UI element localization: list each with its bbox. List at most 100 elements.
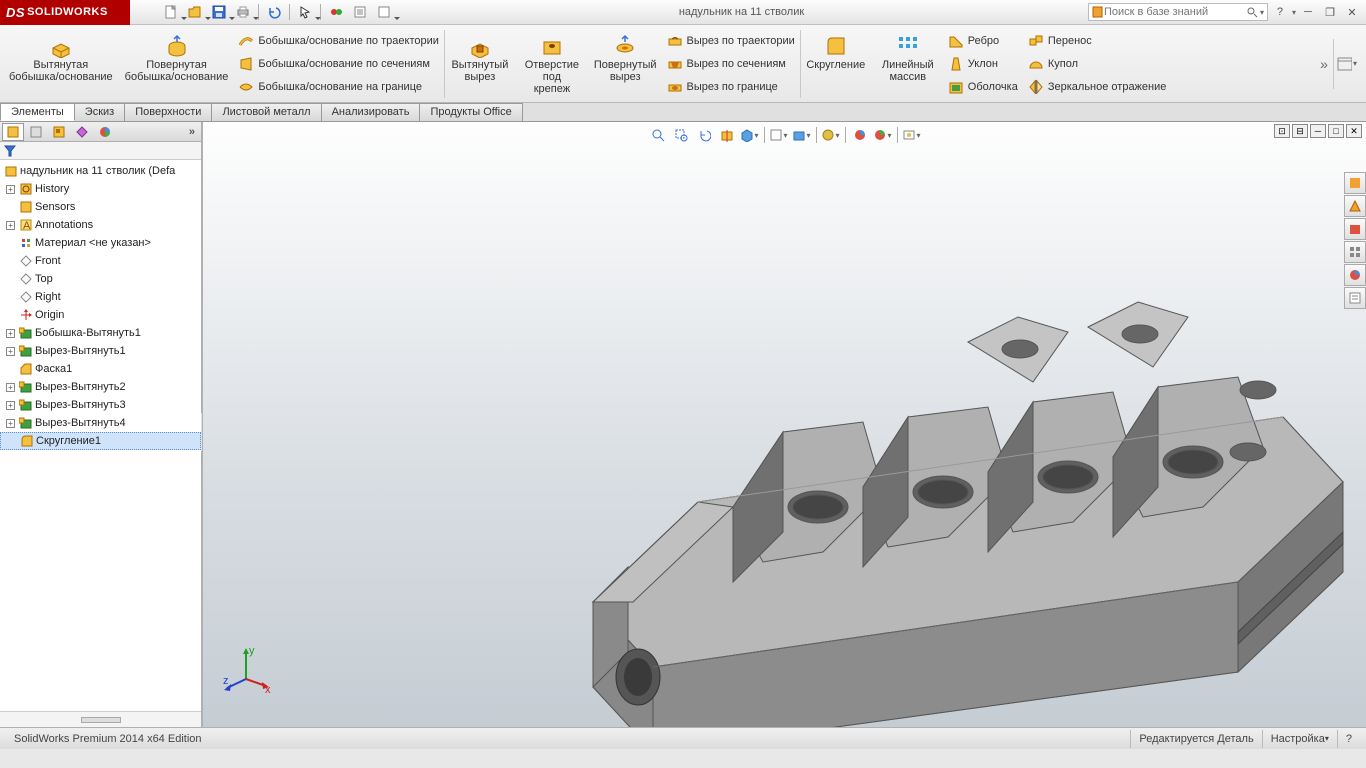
tree-expand-toggle[interactable]: +: [6, 419, 15, 428]
view-settings-button[interactable]: ▾: [872, 125, 894, 145]
revolved-cut-button[interactable]: Повернутый вырез: [589, 29, 662, 99]
tree-item[interactable]: Sensors: [0, 198, 201, 216]
fm-expand-button[interactable]: »: [185, 126, 199, 138]
search-input[interactable]: [1104, 6, 1246, 18]
lofted-cut-button[interactable]: Вырез по сечениям: [662, 53, 800, 75]
tree-expand-toggle[interactable]: +: [6, 185, 15, 194]
mirror-button[interactable]: Зеркальное отражение: [1023, 76, 1172, 98]
dropdown-button[interactable]: [373, 2, 395, 22]
swept-boss-button[interactable]: Бобышка/основание по траектории: [233, 30, 444, 52]
zoom-area-button[interactable]: [670, 125, 692, 145]
section-view-button[interactable]: [716, 125, 738, 145]
search-icon[interactable]: [1246, 6, 1258, 18]
tree-expand-toggle[interactable]: +: [6, 329, 15, 338]
tree-item[interactable]: Материал <не указан>: [0, 234, 201, 252]
tree-item[interactable]: +History: [0, 180, 201, 198]
viewport-maximize[interactable]: □: [1328, 124, 1344, 138]
render-button[interactable]: ▾: [901, 125, 923, 145]
prev-view-button[interactable]: [693, 125, 715, 145]
taskpane-file-explorer[interactable]: [1344, 218, 1366, 240]
extruded-cut-button[interactable]: Вытянутый вырез: [445, 29, 515, 99]
display-style-button[interactable]: ▾: [768, 125, 790, 145]
lofted-boss-button[interactable]: Бобышка/основание по сечениям: [233, 53, 444, 75]
extruded-boss-button[interactable]: Вытянутая бобышка/основание: [4, 29, 118, 99]
tree-expand-toggle[interactable]: +: [6, 221, 15, 230]
ribbon-options-button[interactable]: ▾: [1336, 54, 1358, 74]
fm-filter-bar[interactable]: [0, 142, 201, 160]
taskpane-view-palette[interactable]: [1344, 241, 1366, 263]
view-orientation-button[interactable]: ▾: [739, 125, 761, 145]
search-dropdown[interactable]: ▾: [1260, 8, 1264, 17]
fm-tab-property[interactable]: [25, 123, 47, 141]
options-button[interactable]: [349, 2, 371, 22]
viewport-btn1[interactable]: ⊡: [1274, 124, 1290, 138]
edit-appearance-button[interactable]: ▾: [820, 125, 842, 145]
boundary-boss-button[interactable]: Бобышка/основание на границе: [233, 76, 444, 98]
help-dropdown[interactable]: ▾: [1292, 8, 1296, 17]
tab-surfaces[interactable]: Поверхности: [124, 103, 212, 121]
feature-tree[interactable]: надульник на 11 стволик (Defa +HistorySe…: [0, 160, 201, 711]
select-button[interactable]: [294, 2, 316, 22]
tree-item[interactable]: Фаска1: [0, 360, 201, 378]
help-button[interactable]: ?: [1270, 3, 1290, 21]
tree-item[interactable]: +Вырез-Вытянуть1: [0, 342, 201, 360]
tree-root[interactable]: надульник на 11 стволик (Defa: [0, 162, 201, 180]
taskpane-resources[interactable]: [1344, 172, 1366, 194]
taskpane-custom-props[interactable]: [1344, 287, 1366, 309]
viewport-btn2[interactable]: ⊟: [1292, 124, 1308, 138]
tree-item[interactable]: +AAnnotations: [0, 216, 201, 234]
tree-expand-toggle[interactable]: +: [6, 347, 15, 356]
status-help-button[interactable]: ?: [1337, 730, 1360, 748]
tab-evaluate[interactable]: Анализировать: [321, 103, 421, 121]
hole-wizard-button[interactable]: Отверстие под крепеж: [517, 29, 587, 99]
boundary-cut-button[interactable]: Вырез по границе: [662, 76, 800, 98]
tree-item[interactable]: Origin: [0, 306, 201, 324]
save-button[interactable]: [208, 2, 230, 22]
zoom-fit-button[interactable]: [647, 125, 669, 145]
tree-item[interactable]: +Бобышка-Вытянуть1: [0, 324, 201, 342]
viewport-minimize[interactable]: ─: [1310, 124, 1326, 138]
fm-tab-dimxpert[interactable]: [71, 123, 93, 141]
revolved-boss-button[interactable]: Повернутая бобышка/основание: [120, 29, 234, 99]
tab-office[interactable]: Продукты Office: [419, 103, 522, 121]
tree-item[interactable]: Right: [0, 288, 201, 306]
model-3d-view[interactable]: [463, 222, 1363, 727]
tab-sheetmetal[interactable]: Листовой металл: [211, 103, 321, 121]
hide-show-button[interactable]: ▾: [791, 125, 813, 145]
tree-expand-toggle[interactable]: +: [6, 401, 15, 410]
print-button[interactable]: [232, 2, 254, 22]
undo-button[interactable]: [263, 2, 285, 22]
rib-button[interactable]: Ребро: [943, 30, 1023, 52]
tab-features[interactable]: Элементы: [0, 103, 75, 121]
tree-item[interactable]: Скругление1: [0, 432, 201, 450]
sidebar-scrollbar[interactable]: [0, 711, 201, 727]
rebuild-button[interactable]: [325, 2, 347, 22]
minimize-button[interactable]: ─: [1298, 3, 1318, 21]
tree-item[interactable]: Front: [0, 252, 201, 270]
viewport-close[interactable]: ✕: [1346, 124, 1362, 138]
restore-button[interactable]: ❐: [1320, 3, 1340, 21]
linear-pattern-button[interactable]: Линейный массив: [873, 29, 943, 99]
tree-item[interactable]: Top: [0, 270, 201, 288]
new-file-button[interactable]: [160, 2, 182, 22]
tab-sketch[interactable]: Эскиз: [74, 103, 125, 121]
open-file-button[interactable]: [184, 2, 206, 22]
tree-item[interactable]: +Вырез-Вытянуть2: [0, 378, 201, 396]
taskpane-appearances[interactable]: [1344, 264, 1366, 286]
taskpane-design-library[interactable]: [1344, 195, 1366, 217]
fm-tab-config[interactable]: [48, 123, 70, 141]
view-triad[interactable]: y x z: [221, 644, 271, 694]
draft-button[interactable]: Уклон: [943, 53, 1023, 75]
tree-item[interactable]: +Вырез-Вытянуть4: [0, 414, 201, 432]
shell-button[interactable]: Оболочка: [943, 76, 1023, 98]
search-box[interactable]: ▾: [1088, 3, 1268, 21]
fm-tab-tree[interactable]: [2, 123, 24, 141]
swept-cut-button[interactable]: Вырез по траектории: [662, 30, 800, 52]
status-customize[interactable]: Настройка ▾: [1262, 730, 1337, 748]
dome-button[interactable]: Купол: [1023, 53, 1172, 75]
move-button[interactable]: Перенос: [1023, 30, 1172, 52]
close-button[interactable]: ✕: [1342, 3, 1362, 21]
fillet-button[interactable]: Скругление: [801, 29, 871, 99]
fm-tab-display[interactable]: [94, 123, 116, 141]
graphics-viewport[interactable]: ▾ ▾ ▾ ▾ ▾ ▾ ⊡ ⊟ ─ □ ✕: [202, 122, 1366, 727]
